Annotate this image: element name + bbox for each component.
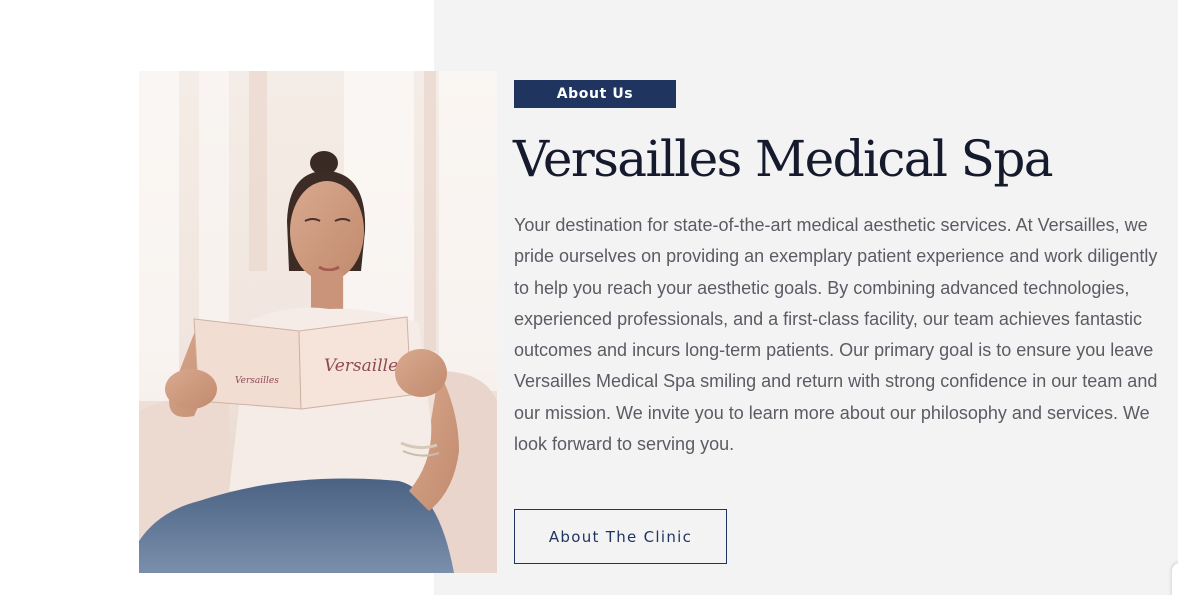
woman-reading-photo: Versailles Versailles	[139, 71, 497, 573]
about-us-badge: About Us	[514, 80, 676, 108]
floating-widget-edge[interactable]	[1172, 563, 1178, 595]
about-description: Your destination for state-of-the-art me…	[514, 215, 1158, 455]
booklet-small-logo: Versailles	[235, 376, 279, 386]
about-the-clinic-button[interactable]: About The Clinic	[514, 509, 727, 564]
about-section: Versailles Versailles About Us Versaille…	[0, 0, 1178, 595]
page-title: Versailles Medical Spa	[513, 130, 1054, 188]
booklet-logo-text: Versailles	[324, 356, 407, 376]
